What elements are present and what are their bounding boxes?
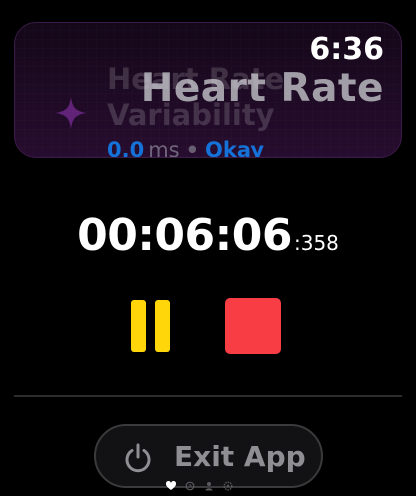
exit-app-label: Exit App bbox=[174, 440, 306, 473]
page-indicator[interactable] bbox=[166, 480, 233, 492]
divider bbox=[14, 395, 402, 397]
hrv-status: Okay bbox=[205, 138, 265, 158]
person-icon[interactable] bbox=[204, 481, 214, 491]
card-subtitle: 0.0 ms • Okay bbox=[107, 137, 265, 158]
pause-icon-bar-right bbox=[155, 300, 170, 352]
sparkle-icon bbox=[55, 97, 87, 129]
heart-icon[interactable] bbox=[166, 481, 176, 491]
clock-icon[interactable] bbox=[185, 481, 195, 491]
elapsed-timer: 00:06:06:358 bbox=[0, 210, 416, 261]
status-time: 6:36 bbox=[309, 32, 384, 67]
gear-icon[interactable] bbox=[223, 481, 233, 491]
hrv-unit: ms bbox=[148, 138, 180, 158]
timer-milliseconds: :358 bbox=[293, 231, 339, 255]
hrv-value: 0.0 bbox=[107, 138, 145, 158]
timer-main: 00:06:06 bbox=[77, 210, 292, 261]
pause-icon-bar-left bbox=[131, 300, 146, 352]
stop-button[interactable] bbox=[225, 298, 281, 354]
pause-button[interactable] bbox=[131, 300, 171, 352]
separator-dot: • bbox=[185, 138, 200, 158]
power-icon bbox=[125, 443, 151, 473]
app-title: Heart Rate bbox=[140, 66, 384, 111]
exit-app-button[interactable]: Exit App bbox=[94, 424, 323, 488]
